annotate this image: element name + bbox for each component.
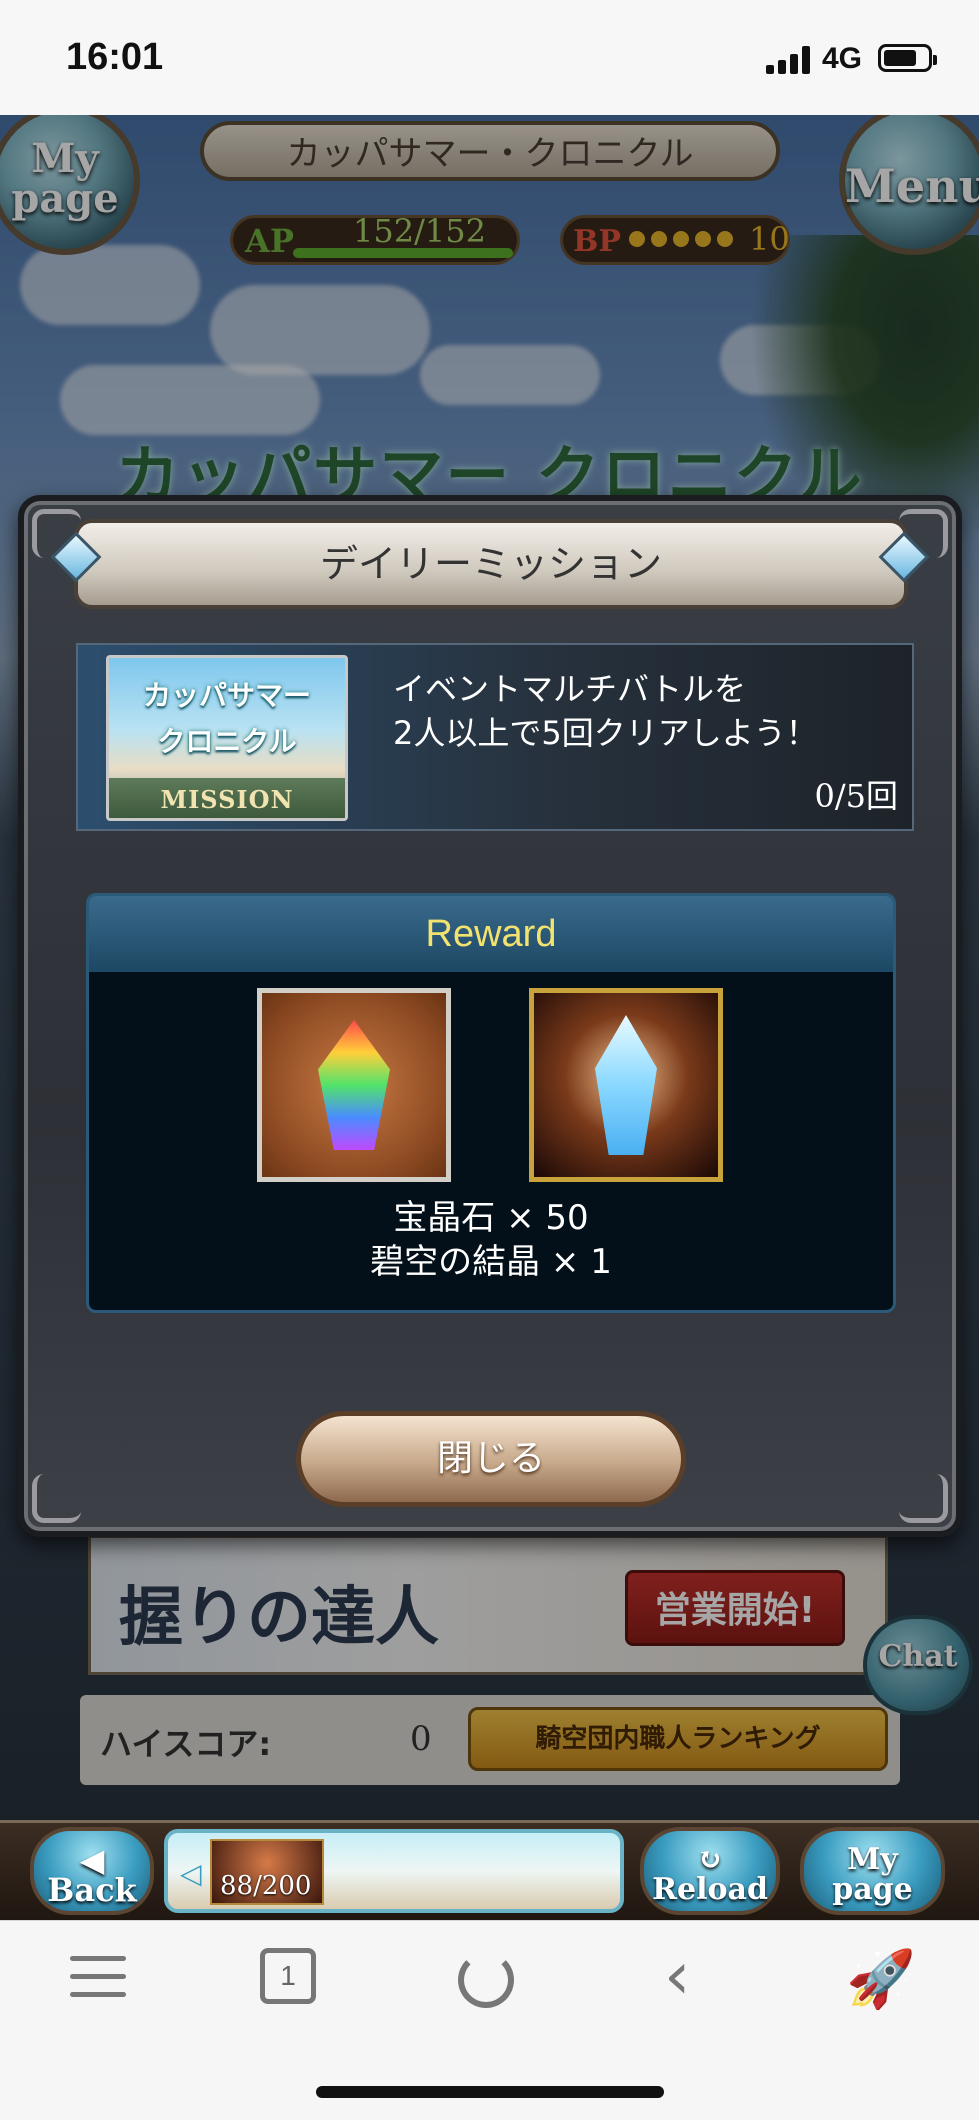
rainbow-crystal-icon (318, 1020, 390, 1150)
battery-icon (878, 44, 937, 72)
mission-text-line2: 2人以上で5回クリアしよう！ (393, 714, 818, 752)
blue-crystal-icon (595, 1015, 657, 1155)
back-button[interactable]: ◀ Back (30, 1827, 154, 1915)
refresh-icon[interactable] (458, 1952, 514, 2008)
home-indicator (316, 2086, 664, 2098)
reward-box: Reward 宝晶石 × 50 碧空の結晶 × 1 (86, 893, 896, 1313)
reward-header: Reward (89, 896, 893, 972)
crystal-reward-icon (257, 988, 451, 1182)
rocket-icon[interactable]: 🚀 (846, 1946, 916, 2012)
status-bar: 16:01 4G (0, 0, 979, 115)
reward-item1: 宝晶石 × 50 (393, 1198, 589, 1238)
mission-description: イベントマルチバトルを 2人以上で5回クリアしよう！ (393, 667, 818, 755)
signal-icon (766, 46, 814, 74)
thumb-mission-label: MISSION (160, 785, 294, 814)
back-label: Back (47, 1871, 137, 1909)
thumb-line2: クロニクル (157, 725, 297, 758)
reload-label: Reload (652, 1872, 768, 1907)
reload-icon: ↻ (697, 1842, 723, 1877)
chevron-left-icon[interactable]: ‹ (664, 1943, 690, 2009)
reward-heading: Reward (425, 913, 557, 955)
network-type: 4G (822, 42, 863, 75)
item-counter: 88/200 (220, 1871, 312, 1901)
game-bottom-nav: ◀ Back ◁ 88/200 ↻ Reload My page (0, 1820, 979, 1920)
left-arrow-icon[interactable]: ◁ (180, 1857, 202, 1890)
close-button[interactable]: 閉じる (296, 1411, 686, 1507)
menu-icon[interactable] (64, 1948, 128, 2012)
azure-crystal-reward-icon (529, 988, 723, 1182)
reload-button[interactable]: ↻ Reload (640, 1827, 780, 1915)
reward-item2: 碧空の結晶 × 1 (370, 1242, 612, 1282)
tabs-button[interactable]: 1 (260, 1948, 316, 2004)
game-viewport: My page カッパサマー・クロニクル Menu AP 152/152 BP … (0, 115, 979, 1920)
clock: 16:01 (66, 36, 164, 78)
mission-progress: 0/5回 (814, 777, 898, 815)
daily-mission-dialog: デイリーミッション カッパサマー クロニクル MISSION イベントマルチバト… (18, 495, 962, 1537)
mypage-button[interactable]: My page (800, 1827, 945, 1915)
stamina-item-bar[interactable]: ◁ 88/200 (164, 1829, 624, 1913)
mission-thumbnail: カッパサマー クロニクル MISSION (106, 655, 348, 821)
dialog-title: デイリーミッション (319, 542, 662, 586)
close-button-label: 閉じる (436, 1438, 545, 1479)
mission-text-line1: イベントマルチバトルを (393, 670, 746, 708)
thumb-line1: カッパサマー (142, 679, 311, 712)
mission-row: カッパサマー クロニクル MISSION イベントマルチバトルを 2人以上で5回… (76, 643, 914, 831)
reward-list: 宝晶石 × 50 碧空の結晶 × 1 (89, 1196, 893, 1284)
dialog-header: デイリーミッション (74, 519, 908, 609)
